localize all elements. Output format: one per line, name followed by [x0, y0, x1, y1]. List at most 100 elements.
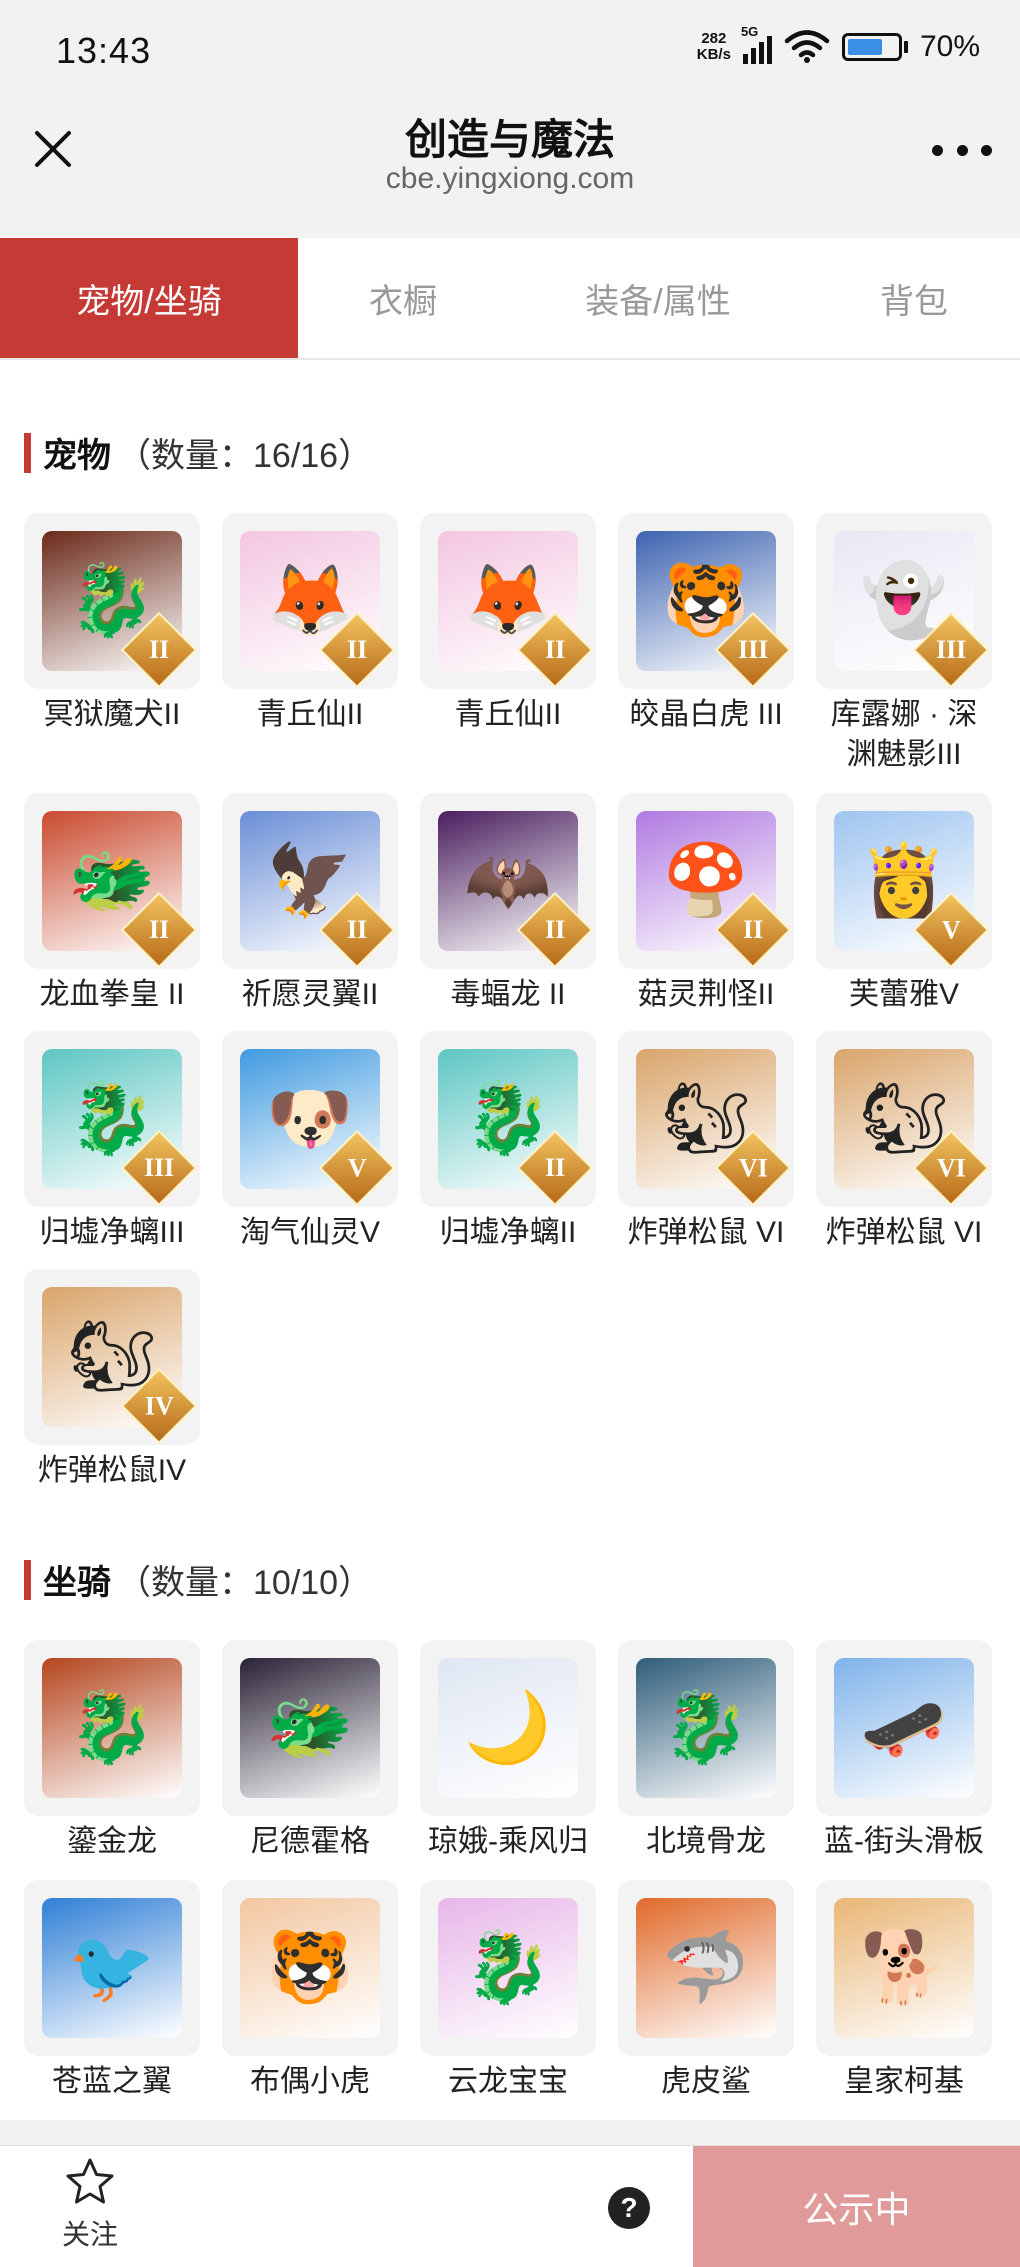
item-thumbnail: 🦅 II — [222, 793, 398, 969]
item-label: 青丘仙II — [454, 698, 562, 731]
rank-label: V — [347, 1153, 367, 1182]
mount-card[interactable]: 🐉 鎏金龙 — [24, 1640, 200, 1862]
network-speed: 282 KB/s — [696, 30, 731, 63]
tab-equipment[interactable]: 装备/属性 — [508, 238, 808, 358]
rank-label: V — [941, 915, 961, 944]
item-thumbnail: 🦊 II — [222, 513, 398, 689]
pet-card[interactable]: 🐿 VI 炸弹松鼠 VI — [618, 1031, 794, 1253]
follow-button[interactable]: 关注 — [40, 2156, 140, 2253]
item-label: 毒蝠龙 II — [450, 978, 566, 1011]
pet-card[interactable]: 🐿 VI 炸弹松鼠 VI — [816, 1031, 992, 1253]
pet-card[interactable]: 🐿 IV 炸弹松鼠IV — [24, 1269, 200, 1491]
item-label: 库露娜 · 深渊魅影III — [830, 698, 978, 771]
item-label: 苍蓝之翼 — [52, 2065, 172, 2098]
mount-card[interactable]: 🐯 布偶小虎 — [222, 1880, 398, 2102]
item-label: 北境骨龙 — [646, 1825, 766, 1858]
content-panel: 宠物 （数量：16/16） 🐉 II 冥狱魔犬II 🦊 II 青丘仙II 🦊 II 青丘仙II 🐯… — [0, 360, 1020, 2120]
item-label: 芙蕾雅V — [848, 978, 959, 1011]
battery-icon — [841, 33, 908, 61]
star-icon — [66, 2158, 114, 2204]
item-label: 龙血拳皇 II — [39, 978, 185, 1011]
public-status-button[interactable]: 公示中 — [693, 2146, 1020, 2267]
title-bar: 创造与魔法 cbe.yingxiong.com — [0, 100, 1020, 212]
pet-card[interactable]: 🍄 II 菇灵荆怪II — [618, 793, 794, 1015]
pet-card[interactable]: 🐉 II 归墟净螭II — [420, 1031, 596, 1253]
rank-label: II — [544, 915, 566, 944]
tab-wardrobe[interactable]: 衣橱 — [298, 238, 508, 358]
rank-label: II — [544, 635, 566, 664]
item-label: 鎏金龙 — [67, 1825, 157, 1858]
pet-card[interactable]: 🦊 II 青丘仙II — [420, 513, 596, 735]
item-label: 炸弹松鼠 VI — [825, 1216, 983, 1249]
mounts-grid: 🐉 鎏金龙 🐲 尼德霍格 🌙 琼娥-乘风归 🐉 北境骨龙 🛹 蓝-街头滑板 🐦 苍蓝之翼 🐯 布偶小虎 🐉 云… — [24, 1640, 996, 2098]
signal-icon: 5G — [741, 24, 772, 64]
pet-card[interactable]: 🐉 III 归墟净螭III — [24, 1031, 200, 1253]
blue-wyvern-icon: 🐦 — [42, 1898, 182, 2038]
royal-corgi-icon: 🐕 — [834, 1898, 974, 2038]
item-thumbnail: 👸 V — [816, 793, 992, 969]
mount-card[interactable]: 🐦 苍蓝之翼 — [24, 1880, 200, 2102]
tab-pets-mounts[interactable]: 宠物/坐骑 — [0, 238, 298, 358]
mount-card[interactable]: 🐉 云龙宝宝 — [420, 1880, 596, 2102]
item-thumbnail: 🐲 II — [24, 793, 200, 969]
pet-card[interactable]: 🐶 V 淘气仙灵V — [222, 1031, 398, 1253]
mounts-count: （数量：10/10） — [117, 1564, 373, 1602]
item-thumbnail: 🐉 — [420, 1880, 596, 2056]
help-icon[interactable]: ? — [608, 2187, 650, 2229]
mount-card[interactable]: 🦈 虎皮鲨 — [618, 1880, 794, 2102]
item-thumbnail: 🐉 — [24, 1640, 200, 1816]
golden-dragon-icon: 🐉 — [42, 1658, 182, 1798]
tab-bar: 宠物/坐骑 衣橱 装备/属性 背包 — [0, 238, 1020, 360]
rank-label: II — [544, 1153, 566, 1182]
item-thumbnail: 🐿 VI — [618, 1031, 794, 1207]
item-thumbnail: 🐯 III — [618, 513, 794, 689]
pet-card[interactable]: 🐲 II 龙血拳皇 II — [24, 793, 200, 1015]
item-thumbnail: 🐲 — [222, 1640, 398, 1816]
pet-card[interactable]: 🦇 II 毒蝠龙 II — [420, 793, 596, 1015]
item-thumbnail: 🐿 VI — [816, 1031, 992, 1207]
mount-card[interactable]: 🛹 蓝-街头滑板 — [816, 1640, 992, 1862]
item-thumbnail: 🐦 — [24, 1880, 200, 2056]
pet-card[interactable]: 🦅 II 祈愿灵翼II — [222, 793, 398, 1015]
tiger-shark-icon: 🦈 — [636, 1898, 776, 2038]
item-thumbnail: 🦈 — [618, 1880, 794, 2056]
tab-backpack[interactable]: 背包 — [808, 238, 1020, 358]
pet-card[interactable]: 🦊 II 青丘仙II — [222, 513, 398, 735]
rank-label: VI — [738, 1153, 768, 1182]
mount-card[interactable]: 🐲 尼德霍格 — [222, 1640, 398, 1862]
status-time: 13:43 — [56, 30, 152, 71]
dark-dragon-icon: 🐲 — [240, 1658, 380, 1798]
wifi-icon — [784, 30, 830, 63]
item-thumbnail: 🐉 III — [24, 1031, 200, 1207]
rank-label: II — [148, 635, 170, 664]
pet-card[interactable]: 👻 III 库露娜 · 深渊魅影III — [816, 513, 992, 775]
pet-card[interactable]: 👸 V 芙蕾雅V — [816, 793, 992, 1015]
item-thumbnail: 👻 III — [816, 513, 992, 689]
mounts-section-header: 坐骑 （数量：10/10） — [24, 1555, 372, 1604]
item-thumbnail: 🐶 V — [222, 1031, 398, 1207]
rank-label: III — [935, 634, 967, 664]
item-label: 祈愿灵翼II — [241, 978, 379, 1011]
pet-card[interactable]: 🐉 II 冥狱魔犬II — [24, 513, 200, 735]
section-marker — [24, 1559, 31, 1600]
item-label: 皇家柯基 — [844, 2065, 964, 2098]
item-label: 布偶小虎 — [250, 2065, 370, 2098]
more-options-icon[interactable] — [932, 136, 992, 164]
pet-card[interactable]: 🐯 III 皎晶白虎 III — [618, 513, 794, 735]
follow-label: 关注 — [61, 2219, 118, 2250]
rank-label: III — [737, 634, 769, 664]
bottom-bar: 关注 ? 公示中 — [0, 2145, 1020, 2267]
rank-label: II — [346, 635, 368, 664]
page-url: cbe.yingxiong.com — [385, 162, 635, 195]
mount-card[interactable]: 🌙 琼娥-乘风归 — [420, 1640, 596, 1862]
mount-card[interactable]: 🐉 北境骨龙 — [618, 1640, 794, 1862]
mounts-title: 坐骑 — [43, 1564, 111, 1602]
status-bar: 13:43 282 KB/s 5G 70% — [0, 0, 1020, 100]
item-thumbnail: 🦇 II — [420, 793, 596, 969]
item-label: 尼德霍格 — [250, 1825, 370, 1858]
page-title: 创造与魔法 — [404, 116, 615, 163]
item-thumbnail: 🐉 II — [24, 513, 200, 689]
mount-card[interactable]: 🐕 皇家柯基 — [816, 1880, 992, 2102]
item-thumbnail: 🌙 — [420, 1640, 596, 1816]
item-label: 淘气仙灵V — [239, 1216, 380, 1249]
